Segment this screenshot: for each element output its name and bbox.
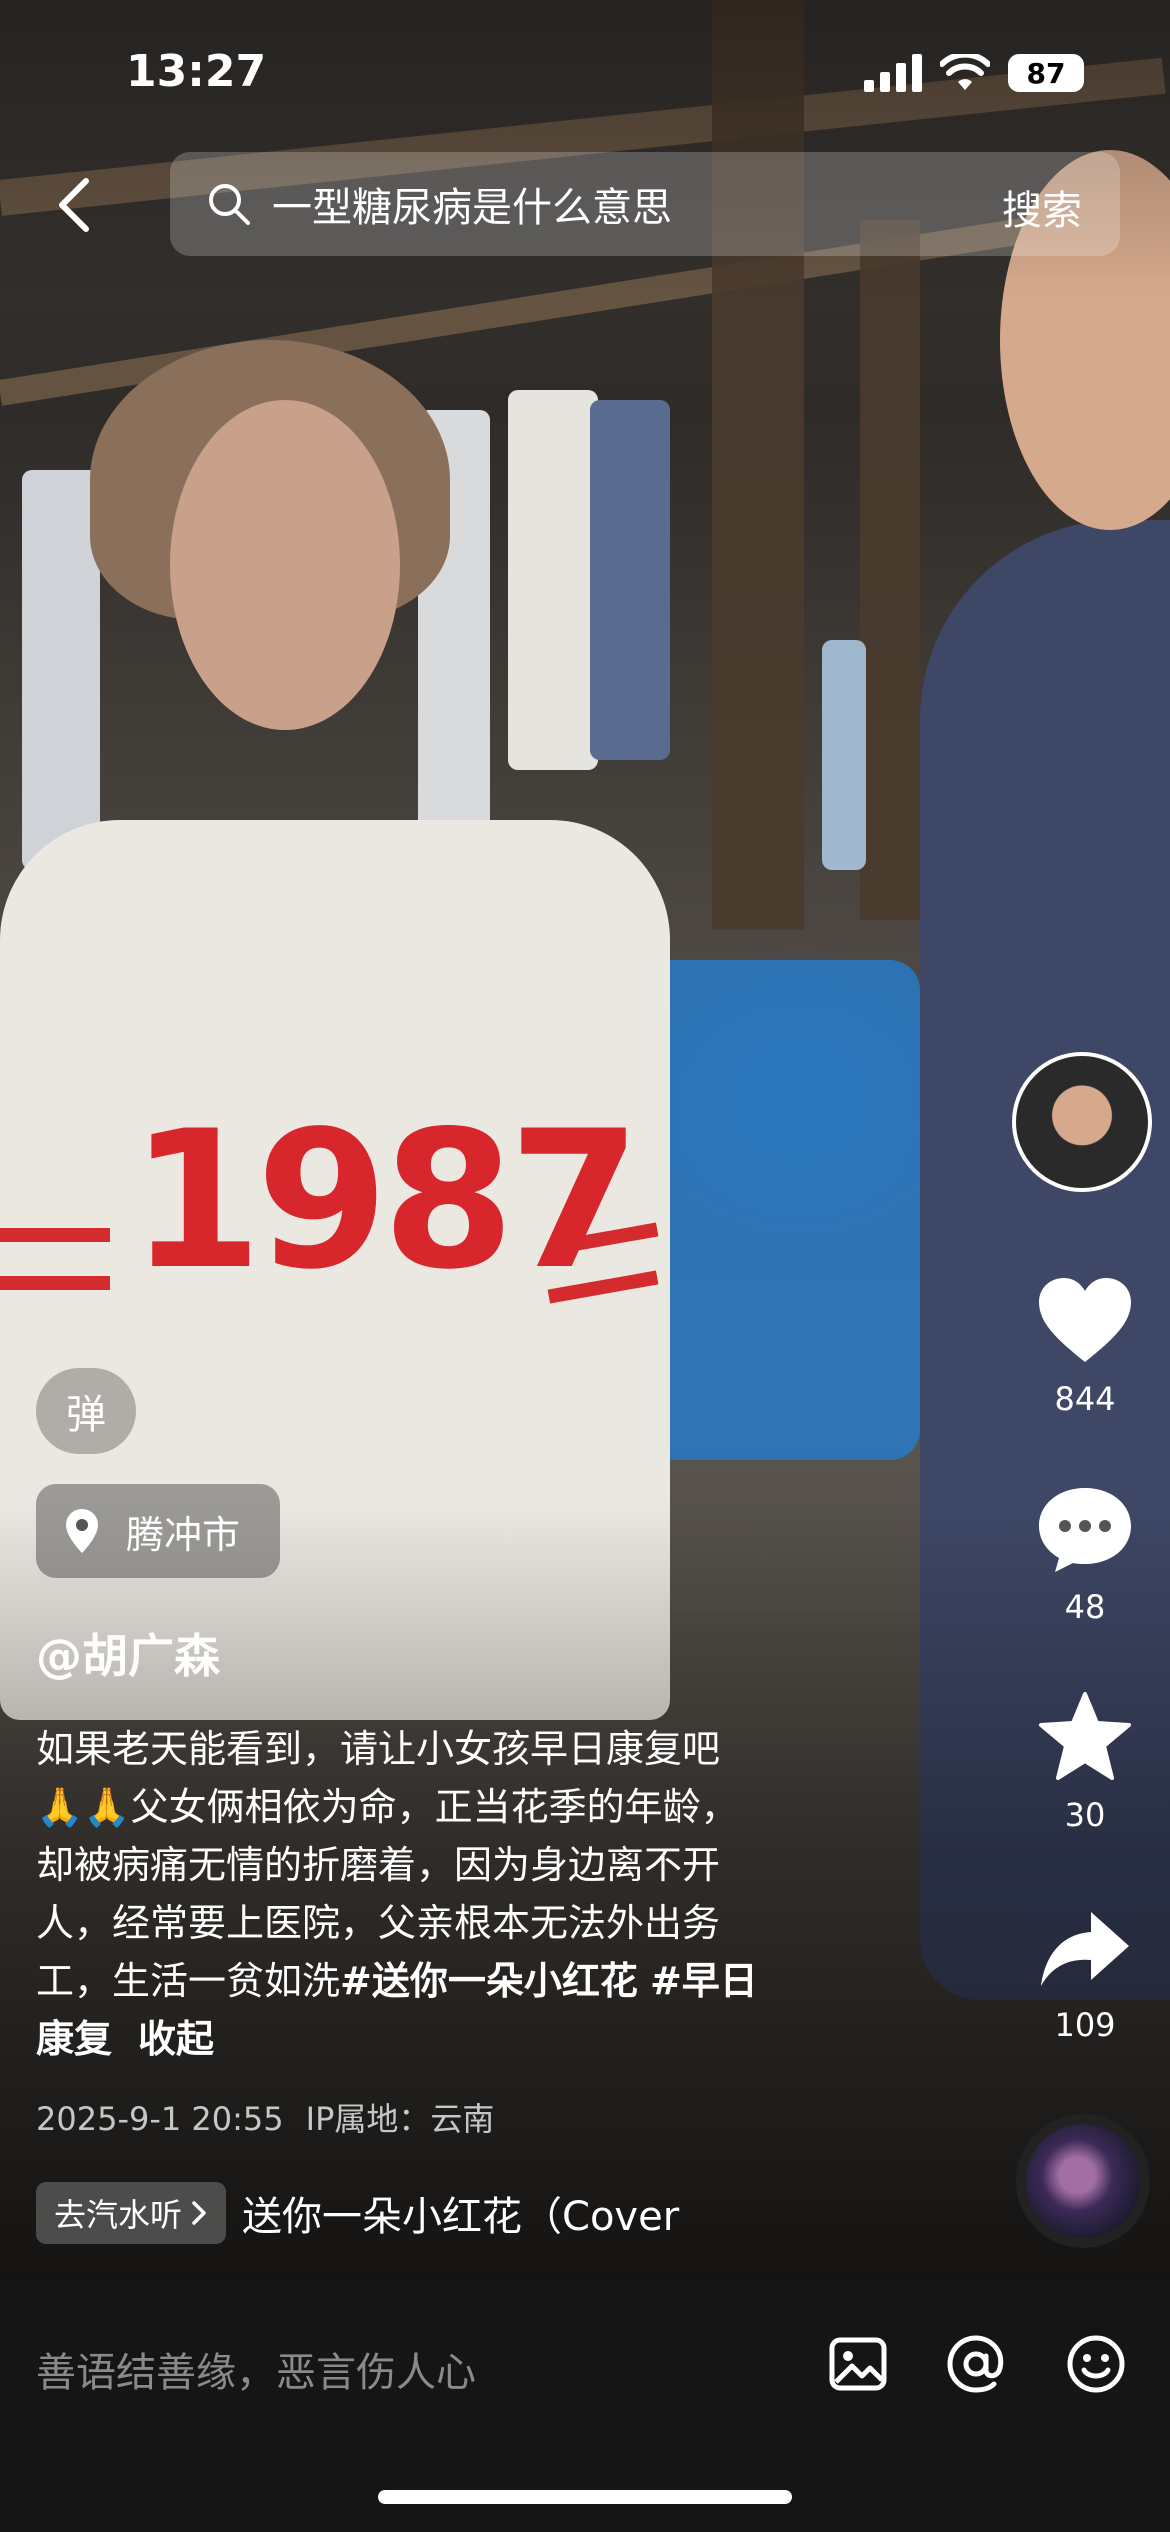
hashtag[interactable]: #送你一朵小红花 bbox=[340, 1959, 638, 2003]
author-avatar[interactable] bbox=[1012, 1052, 1152, 1192]
emoji-icon[interactable] bbox=[1064, 2332, 1128, 2396]
wooden-post bbox=[860, 220, 920, 920]
hanging-clothes bbox=[822, 640, 866, 870]
like-button[interactable]: 844 bbox=[1020, 1276, 1150, 1418]
home-indicator bbox=[378, 2490, 792, 2504]
share-button[interactable]: 109 bbox=[1020, 1908, 1150, 2044]
music-chip-label: 去汽水听 bbox=[54, 2196, 183, 2234]
shirt-number: 1987 bbox=[130, 1090, 641, 1311]
hashtag[interactable]: #早日 bbox=[650, 1959, 758, 2003]
favorite-count: 30 bbox=[1064, 1796, 1106, 1834]
mention-icon[interactable] bbox=[944, 2332, 1008, 2396]
chevron-left-icon bbox=[59, 178, 89, 232]
comment-count: 48 bbox=[1064, 1588, 1106, 1626]
caption-text: 父女俩相依为命，正当花季的年龄， bbox=[130, 1785, 739, 1829]
caption-line: 工，生活一贫如洗#送你一朵小红花 #早日 bbox=[36, 1952, 906, 2010]
comment-input[interactable]: 善语结善缘，恶言伤人心 bbox=[36, 2340, 476, 2398]
caption-line: 人，经常要上医院，父亲根本无法外出务 bbox=[36, 1901, 721, 1945]
collapse-button[interactable]: 收起 bbox=[138, 2017, 214, 2061]
chevron-right-icon bbox=[192, 2201, 206, 2225]
danmu-toggle[interactable]: 弹 bbox=[36, 1368, 136, 1454]
comment-button[interactable]: 48 bbox=[1020, 1484, 1150, 1626]
listen-on-qishui-button[interactable]: 去汽水听 bbox=[36, 2182, 227, 2244]
video-caption: 如果老天能看到，请让小女孩早日康复吧 🙏🙏父女俩相依为命，正当花季的年龄， 却被… bbox=[36, 1720, 906, 2068]
location-tag[interactable]: 腾冲市 bbox=[36, 1484, 281, 1578]
share-arrow-icon bbox=[1041, 1912, 1129, 1986]
search-button[interactable]: 搜索 bbox=[1002, 178, 1082, 236]
status-icons: 87 bbox=[864, 54, 1084, 92]
share-count: 109 bbox=[1054, 2006, 1116, 2044]
post-date: 2025-9-1 20:55 bbox=[36, 2100, 284, 2138]
caption-line: 康复 收起 bbox=[36, 2010, 906, 2068]
hanging-clothes bbox=[508, 390, 598, 770]
music-disc[interactable] bbox=[1016, 2114, 1150, 2248]
status-time: 13:27 bbox=[126, 46, 267, 97]
comment-bar: 善语结善缘，恶言伤人心 bbox=[0, 2280, 1170, 2532]
wifi-icon bbox=[940, 54, 990, 90]
image-icon[interactable] bbox=[826, 2332, 890, 2396]
hanging-clothes bbox=[22, 470, 100, 870]
caption-text: 工，生活一贫如洗 bbox=[36, 1959, 341, 2003]
location-label: 腾冲市 bbox=[126, 1512, 241, 1557]
battery-indicator: 87 bbox=[1008, 54, 1084, 92]
heart-icon bbox=[1039, 1278, 1131, 1362]
caption-line: 如果老天能看到，请让小女孩早日康复吧 bbox=[36, 1727, 721, 1771]
post-meta: 2025-9-1 20:55 IP属地：云南 bbox=[36, 2094, 494, 2140]
author-name[interactable]: @胡广森 bbox=[36, 1620, 220, 1686]
location-pin-icon bbox=[66, 1509, 98, 1553]
like-count: 844 bbox=[1054, 1380, 1116, 1418]
shirt-stripe bbox=[0, 1228, 110, 1242]
girl-face bbox=[170, 400, 400, 730]
caption-line: 却被病痛无情的折磨着，因为身边离不开 bbox=[36, 1843, 721, 1887]
back-button[interactable] bbox=[44, 172, 104, 238]
shirt-stripe bbox=[0, 1276, 110, 1290]
search-bar[interactable]: 一型糖尿病是什么意思 搜索 bbox=[170, 152, 1120, 256]
search-icon bbox=[209, 184, 250, 225]
signal-icon bbox=[864, 54, 922, 92]
pray-emoji: 🙏🙏 bbox=[36, 1785, 131, 1829]
hanging-clothes bbox=[590, 400, 670, 760]
music-title[interactable]: 送你一朵小红花（Cover bbox=[242, 2184, 679, 2242]
star-icon bbox=[1039, 1692, 1131, 1780]
music-row[interactable]: 去汽水听 送你一朵小红花（Cover bbox=[36, 2182, 679, 2244]
caption-line: 🙏🙏父女俩相依为命，正当花季的年龄， bbox=[36, 1778, 906, 1836]
comment-icon bbox=[1039, 1488, 1131, 1572]
hashtag[interactable]: 康复 bbox=[36, 2017, 112, 2061]
danmu-label: 弹 bbox=[66, 1392, 106, 1438]
search-query[interactable]: 一型糖尿病是什么意思 bbox=[272, 175, 672, 233]
favorite-button[interactable]: 30 bbox=[1020, 1690, 1150, 1834]
ip-location: IP属地：云南 bbox=[305, 2100, 495, 2138]
